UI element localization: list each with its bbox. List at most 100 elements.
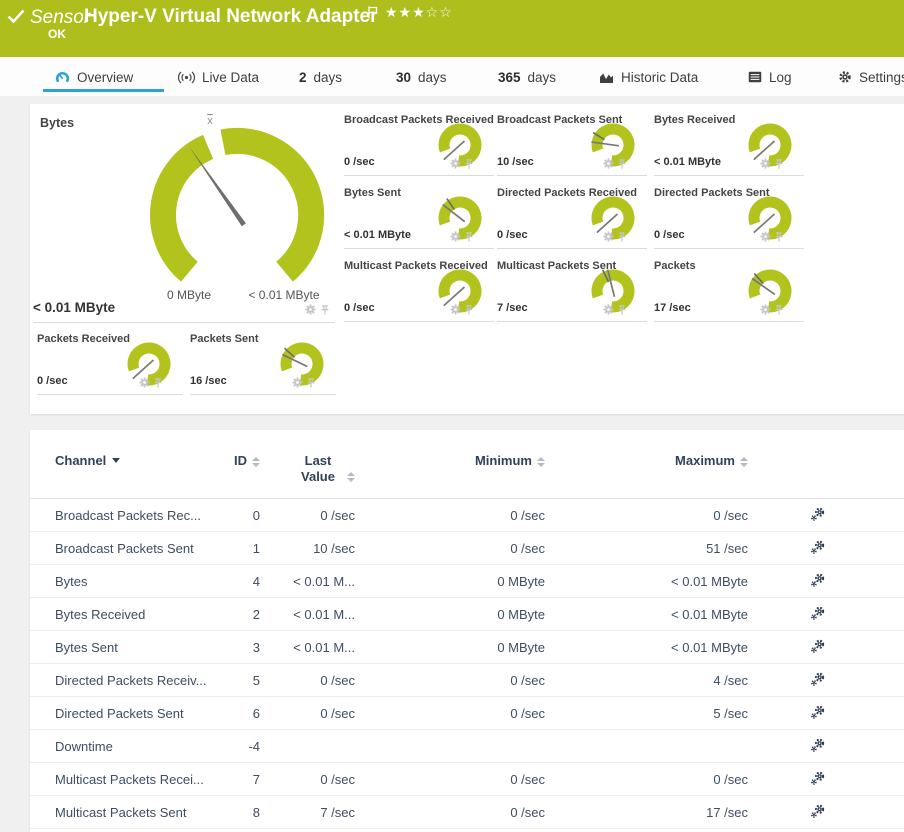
sort-desc-icon [112, 458, 121, 463]
pin-icon[interactable] [774, 158, 784, 170]
cell-channel: Bytes Sent [55, 639, 118, 655]
channel-settings-gear-icon[interactable] [760, 231, 771, 242]
table-row[interactable]: Downtime -4 [30, 730, 904, 763]
cell-maximum: 0 /sec [713, 507, 748, 523]
tab-label: days [313, 69, 343, 85]
channel-settings-gear-icon[interactable] [139, 377, 150, 388]
channel-settings-gear-icon[interactable] [603, 158, 614, 169]
big-gauge-needle [188, 145, 246, 227]
pin-icon[interactable] [617, 231, 627, 243]
tab-log[interactable]: Log [748, 66, 792, 88]
channel-edit-gears-icon[interactable] [810, 737, 826, 753]
channel-edit-gears-icon[interactable] [810, 803, 826, 819]
channel-edit-gears-icon[interactable] [810, 638, 826, 654]
gauge-cell-directed-packets-received[interactable]: Directed Packets Received 0 /sec [497, 187, 647, 249]
gauge-scale-max: < 0.01 MByte [248, 288, 320, 302]
pin-icon[interactable] [774, 304, 784, 316]
cell-minimum: 0 MByte [497, 606, 545, 622]
channel-settings-gear-icon[interactable] [305, 304, 316, 315]
tab-30-days[interactable]: 30 days [396, 66, 447, 88]
sort-icon [347, 472, 355, 482]
cell-channel: Directed Packets Receiv... [55, 672, 207, 688]
column-header-last-value[interactable]: Last Value [294, 453, 355, 485]
channel-settings-gear-icon[interactable] [292, 377, 303, 388]
column-header-minimum[interactable]: Minimum [475, 453, 545, 468]
channel-settings-gear-icon[interactable] [760, 304, 771, 315]
column-header-maximum[interactable]: Maximum [675, 453, 748, 468]
table-row[interactable]: Broadcast Packets Rec... 0 0 /sec 0 /sec… [30, 499, 904, 532]
cell-channel: Bytes Received [55, 606, 146, 622]
channel-table-panel: Channel ID Last Value Minimum Maximum Br… [30, 430, 904, 832]
table-row[interactable]: Directed Packets Sent 6 0 /sec 0 /sec 5 … [30, 697, 904, 730]
priority-flag-icon[interactable] [368, 6, 378, 19]
priority-stars[interactable]: ★★★☆☆ [385, 5, 453, 21]
table-row[interactable]: Bytes Received 2 < 0.01 M... 0 MByte < 0… [30, 598, 904, 631]
table-row[interactable]: Directed Packets Receiv... 5 0 /sec 0 /s… [30, 664, 904, 697]
gauge-cell-broadcast-packets-sent[interactable]: Broadcast Packets Sent 10 /sec [497, 114, 647, 176]
channel-edit-gears-icon[interactable] [810, 572, 826, 588]
column-header-id[interactable]: ID [234, 453, 260, 468]
gauge-cell-bytes-received[interactable]: Bytes Received < 0.01 MByte [654, 114, 804, 176]
cell-last-value: < 0.01 M... [293, 606, 355, 622]
pin-icon[interactable] [464, 304, 474, 316]
channel-settings-gear-icon[interactable] [603, 231, 614, 242]
pin-icon[interactable] [617, 158, 627, 170]
channel-edit-gears-icon[interactable] [810, 506, 826, 522]
pin-icon[interactable] [306, 377, 316, 389]
gauge-cell-directed-packets-sent[interactable]: Directed Packets Sent 0 /sec [654, 187, 804, 249]
gauge-title: Packets Received [37, 333, 130, 345]
table-row[interactable]: Multicast Packets Recei... 7 0 /sec 0 /s… [30, 763, 904, 796]
gauge-cell-multicast-packets-received[interactable]: Multicast Packets Received 0 /sec [344, 260, 494, 322]
cell-last-value: 10 /sec [313, 540, 355, 556]
cell-id: 0 [252, 507, 260, 523]
cell-maximum: < 0.01 MByte [671, 573, 748, 589]
channel-settings-gear-icon[interactable] [760, 158, 771, 169]
channel-settings-gear-icon[interactable] [450, 304, 461, 315]
cell-last-value: 7 /sec [320, 804, 355, 820]
tab-label: Log [769, 69, 792, 85]
gauge-value: 0 /sec [37, 375, 68, 387]
cell-minimum: 0 MByte [497, 573, 545, 589]
pin-icon[interactable] [464, 158, 474, 170]
gauge-cell-packets[interactable]: Packets 17 /sec [654, 260, 804, 322]
channel-edit-gears-icon[interactable] [810, 704, 826, 720]
average-marker: x [207, 115, 213, 127]
gauge-cell-packets-received[interactable]: Packets Received 0 /sec [37, 333, 183, 395]
tab-settings[interactable]: Settings [838, 66, 904, 88]
gauge-cell-packets-sent[interactable]: Packets Sent 16 /sec [190, 333, 336, 395]
channel-settings-gear-icon[interactable] [450, 231, 461, 242]
tab-live-data[interactable]: Live Data [178, 66, 259, 88]
table-row[interactable]: Bytes Sent 3 < 0.01 M... 0 MByte < 0.01 … [30, 631, 904, 664]
cell-last-value: 0 /sec [320, 672, 355, 688]
channel-edit-gears-icon[interactable] [810, 605, 826, 621]
gauge-cell-broadcast-packets-received[interactable]: Broadcast Packets Received 0 /sec [344, 114, 494, 176]
channel-settings-gear-icon[interactable] [450, 158, 461, 169]
tab-365-days[interactable]: 365 days [498, 66, 556, 88]
pin-icon[interactable] [617, 304, 627, 316]
gauge-value: 0 /sec [497, 229, 528, 241]
gauges-panel: Bytes x 0 MByte < 0.01 MByte < 0.01 MByt… [30, 104, 904, 414]
gauge-cell-multicast-packets-sent[interactable]: Multicast Packets Sent 7 /sec [497, 260, 647, 322]
table-row[interactable]: Bytes 4 < 0.01 M... 0 MByte < 0.01 MByte [30, 565, 904, 598]
channel-edit-gears-icon[interactable] [810, 539, 826, 555]
pin-icon[interactable] [153, 377, 163, 389]
gauge-title: Bytes Received [654, 114, 736, 126]
tab-2-days[interactable]: 2 days [299, 66, 342, 88]
tab-historic-data[interactable]: Historic Data [599, 66, 698, 88]
column-header-channel[interactable]: Channel [55, 453, 230, 468]
pin-icon[interactable] [320, 304, 330, 316]
sort-icon [740, 456, 748, 467]
gauge-cell-bytes-sent[interactable]: Bytes Sent < 0.01 MByte [344, 187, 494, 249]
tab-label: Overview [77, 69, 134, 85]
table-row[interactable]: Multicast Packets Sent 8 7 /sec 0 /sec 1… [30, 796, 904, 829]
channel-edit-gears-icon[interactable] [810, 671, 826, 687]
channel-edit-gears-icon[interactable] [810, 770, 826, 786]
channel-settings-gear-icon[interactable] [603, 304, 614, 315]
pin-icon[interactable] [464, 231, 474, 243]
gauge-value: < 0.01 MByte [33, 300, 116, 315]
tab-overview[interactable]: Overview [55, 66, 133, 88]
gauge-cell-bytes[interactable]: Bytes x 0 MByte < 0.01 MByte < 0.01 MByt… [30, 104, 338, 323]
pin-icon[interactable] [774, 231, 784, 243]
gauge-value: 17 /sec [654, 302, 691, 314]
table-row[interactable]: Broadcast Packets Sent 1 10 /sec 0 /sec … [30, 532, 904, 565]
